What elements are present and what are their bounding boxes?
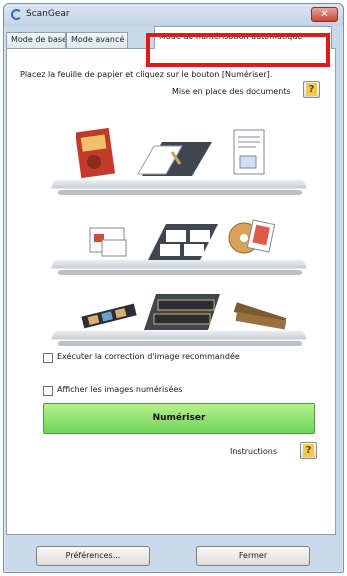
mode-tabs: Mode de base Mode avancé Mode de numéris… [6, 26, 336, 49]
magazine-icon [76, 127, 116, 179]
postcard-icon [89, 227, 127, 257]
document-placement-help-button[interactable]: ? [303, 81, 320, 98]
recommended-correction-label: Exécuter la correction d'image recommand… [57, 352, 240, 361]
title-bar: ScanGear ✕ [4, 4, 343, 26]
help-icon: ? [303, 444, 314, 457]
show-scanned-images-checkbox[interactable] [43, 386, 53, 396]
disc-and-photo-icon [228, 219, 276, 254]
instruction-text: Placez la feuille de papier et cliquez s… [20, 70, 273, 79]
help-icon: ? [306, 83, 317, 96]
document-shelf [50, 179, 308, 189]
film-strip-icon [81, 303, 137, 329]
shelf-shadow [58, 270, 302, 275]
scangear-app-icon [11, 9, 22, 20]
film-on-platen-icon [144, 294, 220, 330]
shelf-shadow [58, 341, 302, 346]
document-placement-link[interactable]: Mise en place des documents [172, 87, 291, 96]
preferences-button[interactable]: Préférences... [36, 546, 150, 566]
close-button[interactable]: Fermer [196, 546, 310, 566]
photos-on-platen-icon [148, 224, 218, 260]
document-on-platen-icon [137, 142, 212, 176]
tab-auto-scan-mode[interactable]: Mode de numérisation automatique [154, 26, 332, 49]
window-title: ScanGear [26, 9, 70, 19]
film-strips-icon [233, 302, 287, 330]
scan-button[interactable]: Numériser [43, 403, 315, 434]
recommended-correction-checkbox[interactable] [43, 353, 53, 363]
show-scanned-images-label: Afficher les images numérisées [57, 385, 183, 394]
instructions-help-button[interactable]: ? [300, 442, 317, 459]
printed-document-icon [233, 129, 265, 175]
shelf-shadow [58, 190, 302, 195]
tab-basic-mode[interactable]: Mode de base [6, 32, 66, 48]
window-close-button[interactable]: ✕ [311, 7, 338, 22]
tab-advanced-mode[interactable]: Mode avancé [66, 32, 128, 48]
instructions-link[interactable]: Instructions [230, 447, 277, 456]
